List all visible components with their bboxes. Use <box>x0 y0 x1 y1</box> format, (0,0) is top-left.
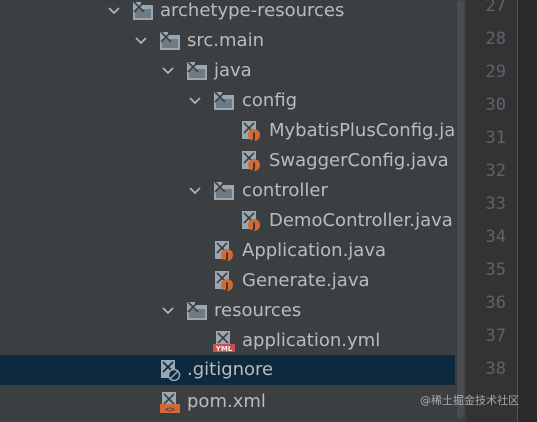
maven-pom-icon: <> <box>159 391 181 413</box>
line-number: 33 <box>485 194 506 214</box>
tree-row-application-yml[interactable]: YML application.yml <box>0 326 466 356</box>
java-file-icon: J <box>213 270 235 292</box>
svg-text:YML: YML <box>215 345 233 352</box>
line-number: 27 <box>485 0 506 16</box>
tree-row-resources[interactable]: resources <box>0 296 466 326</box>
folder-icon <box>159 30 181 52</box>
chevron-down-icon[interactable] <box>161 56 175 86</box>
watermark: @稀土掘金技术社区 <box>420 394 519 407</box>
java-file-icon: J <box>213 240 235 262</box>
project-tree-panel: archetype-resources src.main java config <box>0 0 477 422</box>
svg-text:J: J <box>251 132 255 142</box>
tree-item-label: pom.xml <box>187 391 266 412</box>
svg-text:J: J <box>251 222 255 232</box>
tree-row-java[interactable]: java <box>0 56 466 86</box>
chevron-down-icon[interactable] <box>188 86 202 116</box>
svg-text:J: J <box>224 282 228 292</box>
svg-text:J: J <box>224 252 228 262</box>
java-file-icon: J <box>240 210 262 232</box>
line-number: 37 <box>485 326 506 346</box>
line-number: 30 <box>485 95 506 115</box>
line-number: 35 <box>485 260 506 280</box>
tree-row-gitignore[interactable]: .gitignore <box>0 355 466 385</box>
tree-row-src-main[interactable]: src.main <box>0 26 466 56</box>
line-number: 29 <box>485 62 506 82</box>
tree-row-democontroller[interactable]: J DemoController.java <box>0 206 466 236</box>
tree-row-swaggerconfig[interactable]: J SwaggerConfig.java <box>0 146 466 176</box>
chevron-down-icon[interactable] <box>161 296 175 326</box>
tree-item-label: Generate.java <box>242 270 370 291</box>
tree-row-application[interactable]: J Application.java <box>0 236 466 266</box>
tree-item-label: Application.java <box>242 240 387 261</box>
tree-item-label: .gitignore <box>187 359 274 380</box>
tree-item-label: archetype-resources <box>160 0 345 21</box>
chevron-down-icon[interactable] <box>134 26 148 56</box>
tree-row-controller[interactable]: controller <box>0 176 466 206</box>
java-file-icon: J <box>240 120 262 142</box>
tree-row-config[interactable]: config <box>0 86 466 116</box>
tree-item-label: MybatisPlusConfig.java <box>269 120 477 141</box>
tree-row-archetype-resources[interactable]: archetype-resources <box>0 0 466 26</box>
svg-text:<>: <> <box>165 405 175 413</box>
java-file-icon: J <box>240 150 262 172</box>
tree-item-label: application.yml <box>242 330 381 351</box>
line-number: 36 <box>485 293 506 313</box>
tree-item-label: controller <box>242 180 328 201</box>
chevron-down-icon[interactable] <box>107 0 121 26</box>
vertical-scrollbar[interactable] <box>455 0 466 422</box>
folder-icon <box>213 90 235 112</box>
tree-item-label: resources <box>214 300 302 321</box>
line-number: 34 <box>485 227 506 247</box>
line-number: 28 <box>485 29 506 49</box>
chevron-down-icon[interactable] <box>188 176 202 206</box>
tree-row-generate[interactable]: J Generate.java <box>0 266 466 296</box>
folder-icon <box>186 300 208 322</box>
folder-icon <box>186 60 208 82</box>
scrollbar-thumb[interactable] <box>457 0 464 418</box>
folder-icon <box>132 0 154 22</box>
tree-row-pom-xml[interactable]: <> pom.xml <box>0 387 466 417</box>
line-number: 38 <box>485 359 506 379</box>
gitignore-file-icon <box>159 359 181 381</box>
folder-icon <box>213 180 235 202</box>
tree-item-label: SwaggerConfig.java <box>269 150 449 171</box>
editor-area[interactable] <box>518 0 537 422</box>
svg-text:J: J <box>251 162 255 172</box>
tree-item-label: DemoController.java <box>269 210 453 231</box>
tree-row-mybatisplusconfig[interactable]: J MybatisPlusConfig.java <box>0 116 477 146</box>
tree-item-label: java <box>214 60 252 81</box>
tree-item-label: src.main <box>187 30 264 51</box>
yml-file-icon: YML <box>213 330 235 352</box>
line-number: 32 <box>485 161 506 181</box>
line-number: 31 <box>485 128 506 148</box>
tree-item-label: config <box>242 90 298 111</box>
